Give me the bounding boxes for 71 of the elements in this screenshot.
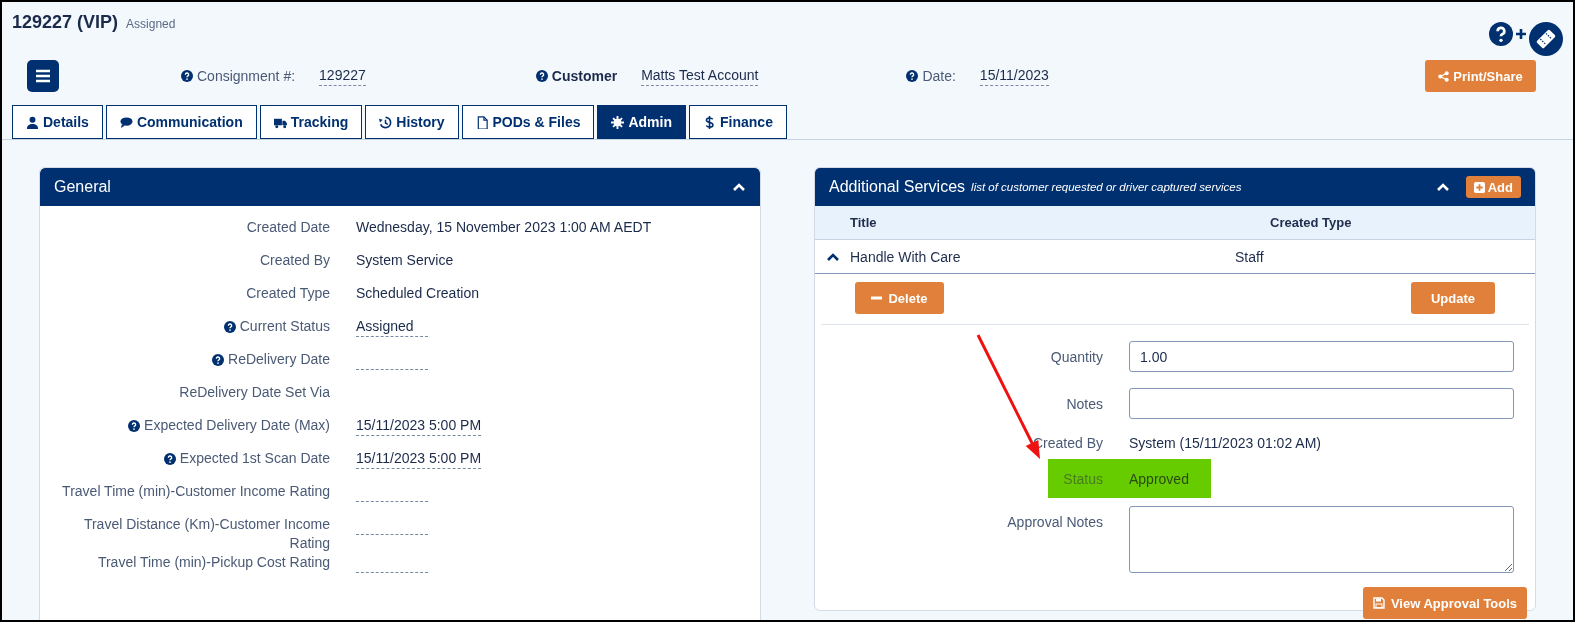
field-label: Approval Notes [1007,514,1103,530]
help-icon[interactable] [212,354,225,366]
table-cell-text: Handle With Care [850,248,962,265]
tab[interactable]: PODs & Files [461,105,595,139]
column-header: Title [850,215,878,230]
tab[interactable]: Finance [689,105,787,139]
field-label: Notes [1066,395,1103,412]
consignment-title: 129227 (VIP) [12,12,119,32]
field-value[interactable]: 129227 [319,66,366,86]
field-label: Travel Distance (Km)-Customer Income Rating [82,515,330,553]
share-icon [1438,70,1450,82]
panel-title: Additional Services [829,178,966,196]
field-value[interactable]: 15/11/2023 5:00 PM [356,449,482,469]
column-header: Created Type [1270,215,1353,230]
menu-icon [35,69,51,83]
field-label: Travel Time (min)-Pickup Cost Rating [97,553,330,572]
field-value[interactable]: 15/11/2023 [979,66,1049,86]
field-label: Date: [922,68,956,84]
save-icon [1372,597,1385,609]
tab[interactable]: Details [12,105,103,139]
field-label: Current Status [239,317,330,336]
field-label: Expected 1st Scan Date [179,449,330,468]
field-label: Created Date [246,218,330,237]
field-label: ReDelivery Date Set Via [179,383,330,402]
field-label: Expected Delivery Date (Max) [144,416,330,435]
ticket-icon[interactable] [1529,22,1563,56]
input-field[interactable] [1129,388,1514,419]
panel-subtitle: list of customer requested or driver captured services [971,181,1242,193]
field-value[interactable]: Matts Test Account [641,66,759,86]
menu-button[interactable] [27,60,59,92]
help-icon[interactable] [535,70,548,82]
field-value: Wednesday, 15 November 2023 1:00 AM AEDT [356,219,652,235]
input-field[interactable]: 1.00 [1129,341,1514,372]
field-value: Scheduled Creation [356,285,479,301]
document-icon [475,115,489,129]
panel-title: General [54,178,111,196]
field-value[interactable]: 15/11/2023 5:00 PM [356,416,482,436]
help-icon[interactable] [906,70,919,82]
field-value: System Service [356,252,454,268]
gear-icon [611,115,625,129]
help-icon[interactable] [128,420,141,432]
field-label: Created By [259,251,330,270]
minus-icon [871,296,883,300]
tab[interactable]: Communication [105,105,257,139]
history-icon [379,115,393,129]
speech-bubble-icon [119,115,133,129]
field-label: Quantity [1050,348,1103,365]
table-cell-text: Staff [1235,248,1265,265]
field-label: Customer [551,68,618,84]
tab[interactable]: Admin [597,105,686,139]
field-label: Travel Time (min)-Customer Income Rating [62,482,330,501]
text-area[interactable] [1129,506,1514,573]
field-label: Created Type [246,284,330,303]
plus-icon[interactable] [1515,28,1527,40]
tab[interactable]: Tracking [259,105,363,139]
user-icon [26,115,39,129]
field-label: Status [1062,470,1103,487]
field-label: Consignment #: [197,68,296,84]
help-icon[interactable] [163,453,176,465]
help-icon[interactable] [181,70,193,82]
field-value: Approved [1129,470,1190,487]
plus-square-icon [1473,181,1485,193]
help-icon[interactable] [223,321,236,333]
status-text: Assigned [126,17,176,31]
field-label: ReDelivery Date [228,350,330,369]
tab[interactable]: History [365,105,459,139]
field-value: System (15/11/2023 01:02 AM) [1129,435,1321,451]
field-value[interactable]: Assigned [356,317,428,337]
dollar-icon [703,115,716,129]
collapse-icon[interactable] [825,251,840,262]
help-icon[interactable] [1489,22,1513,46]
